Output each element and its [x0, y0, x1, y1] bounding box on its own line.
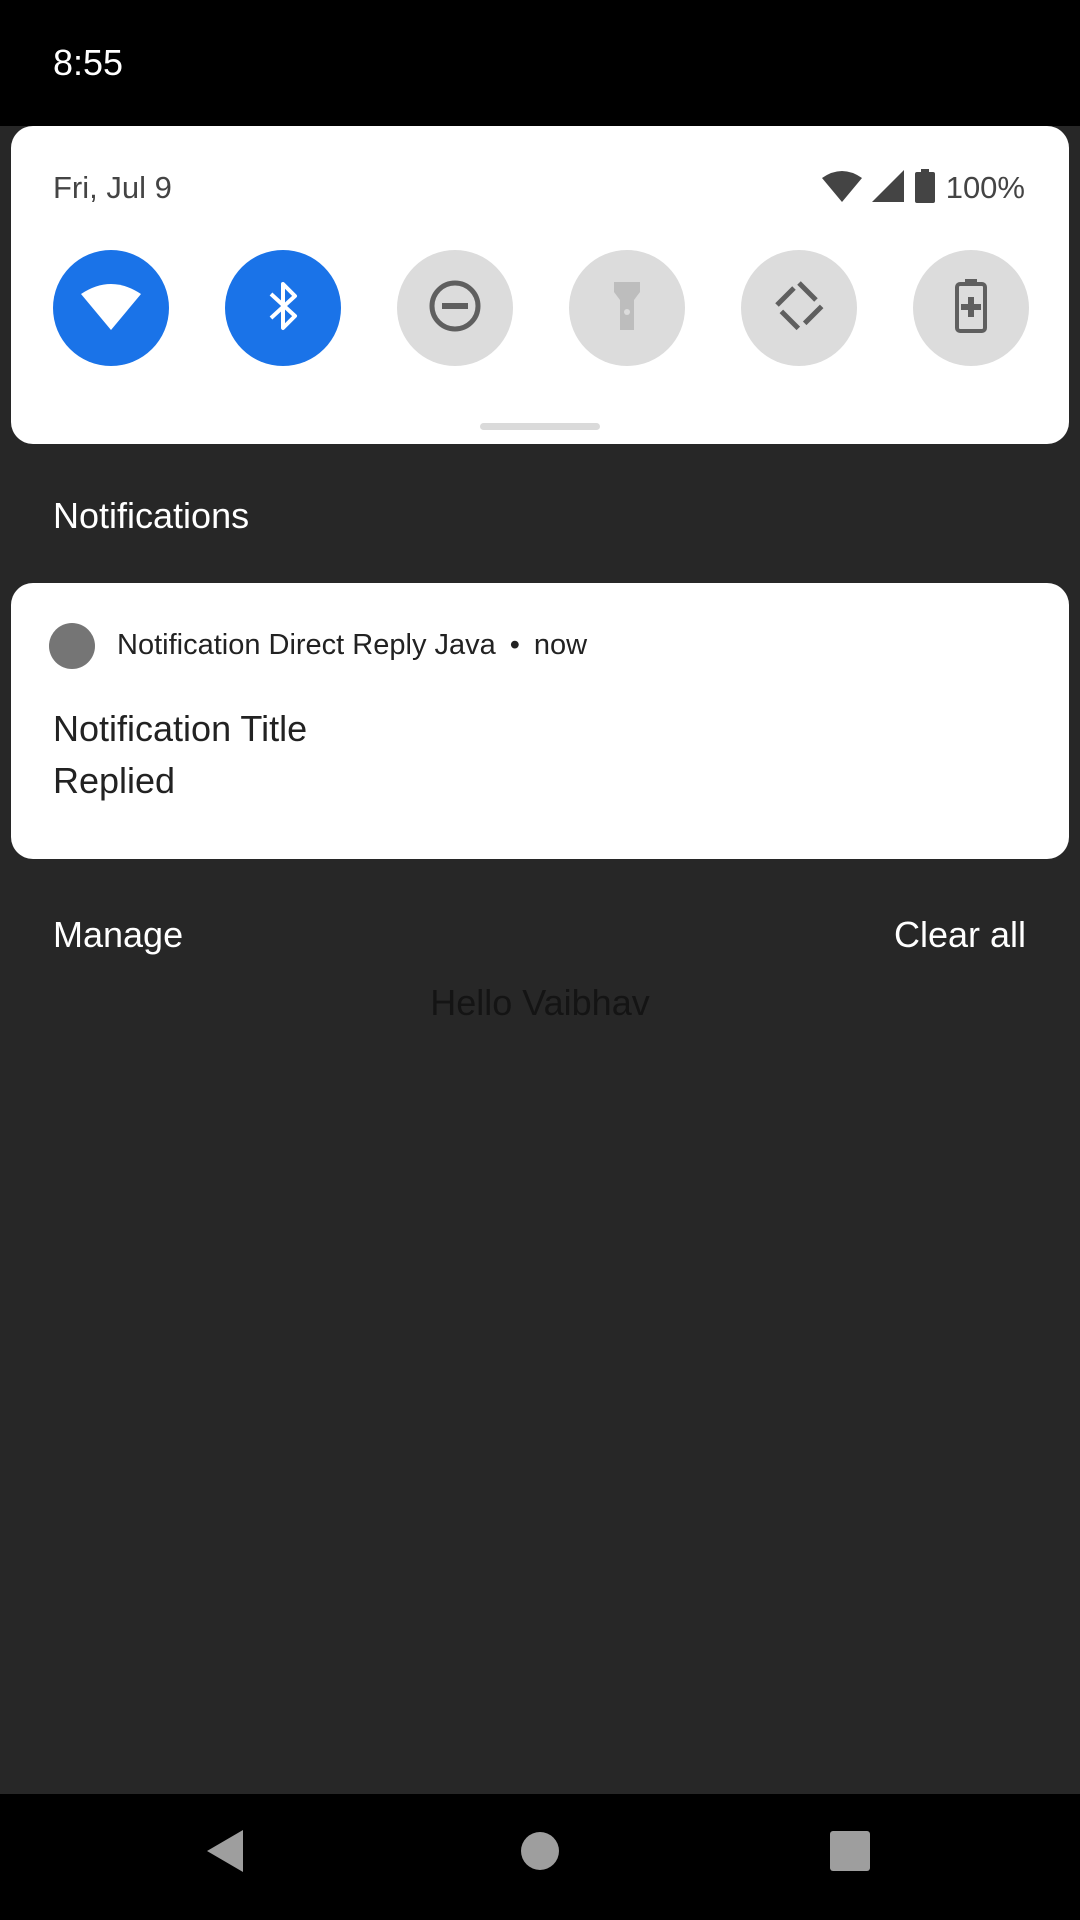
- qs-date: Fri, Jul 9: [53, 170, 172, 205]
- tile-do-not-disturb[interactable]: [397, 250, 513, 366]
- notification-title: Notification Title: [53, 708, 308, 749]
- battery-icon: [914, 168, 936, 208]
- auto-rotate-icon: [772, 278, 826, 338]
- recents-button[interactable]: [820, 1823, 880, 1883]
- tile-auto-rotate[interactable]: [741, 250, 857, 366]
- status-bar: 8:55: [0, 0, 1080, 126]
- notification-time: now: [533, 629, 588, 661]
- background-app-text: Hello Vaibhav: [430, 982, 650, 1023]
- home-button[interactable]: [510, 1823, 570, 1883]
- qs-tiles: [53, 250, 1029, 366]
- status-time: 8:55: [53, 42, 124, 83]
- recents-icon: [830, 1830, 870, 1876]
- notification-separator: •: [509, 629, 520, 661]
- do-not-disturb-icon: [428, 279, 482, 338]
- qs-drag-handle[interactable]: [480, 423, 600, 430]
- back-icon: [205, 1828, 245, 1879]
- tile-wifi[interactable]: [53, 250, 169, 366]
- flashlight-icon: [612, 280, 642, 337]
- notifications-heading: Notifications: [53, 495, 250, 536]
- notification-card[interactable]: Notification Direct Reply Java • now Not…: [11, 583, 1069, 859]
- notification-text: Replied: [53, 760, 176, 801]
- qs-status-icons: 100%: [821, 166, 1025, 210]
- navigation-bar: [0, 1794, 1080, 1920]
- back-button[interactable]: [195, 1823, 255, 1883]
- battery-percent: 100%: [945, 170, 1025, 205]
- app-icon: [49, 623, 95, 669]
- bluetooth-icon: [265, 278, 301, 339]
- quick-settings-panel: Fri, Jul 9 100%: [11, 126, 1069, 444]
- tile-bluetooth[interactable]: [225, 250, 341, 366]
- cell-signal-icon: [871, 169, 904, 207]
- tile-battery-saver[interactable]: [913, 250, 1029, 366]
- battery-saver-icon: [955, 278, 987, 338]
- clear-all-button[interactable]: Clear all: [894, 914, 1026, 956]
- tile-flashlight[interactable]: [569, 250, 685, 366]
- home-icon: [520, 1831, 560, 1876]
- notification-app-name: Notification Direct Reply Java: [117, 629, 496, 661]
- wifi-signal-icon: [821, 170, 862, 207]
- wifi-icon: [81, 282, 141, 335]
- manage-button[interactable]: Manage: [53, 914, 183, 956]
- notification-header: Notification Direct Reply Java • now: [117, 629, 587, 662]
